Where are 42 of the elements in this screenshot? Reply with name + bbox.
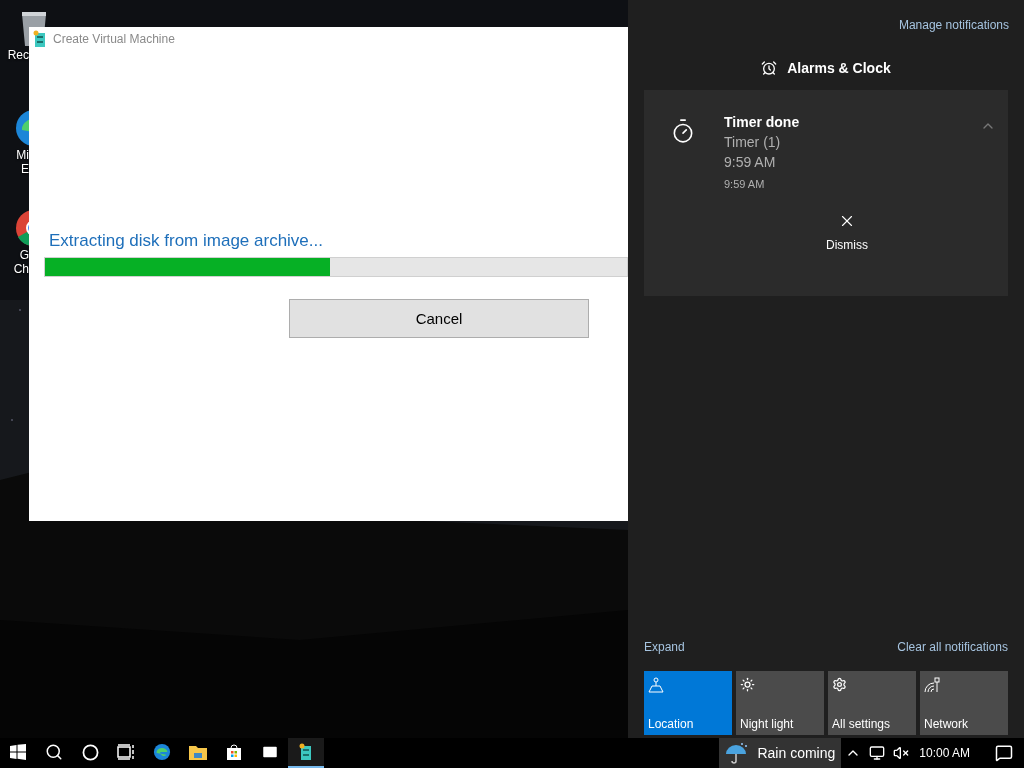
- desktop-icon-label: G: [19, 248, 29, 262]
- clock-text[interactable]: 10:00 AM: [919, 746, 970, 760]
- expand-link[interactable]: Expand: [644, 640, 685, 654]
- notification-text: 9:59 AM: [724, 153, 777, 172]
- monitor-icon: [869, 745, 886, 761]
- vm-app-icon: [33, 30, 47, 48]
- settings-icon: [832, 677, 847, 692]
- notification-time: 9:59 AM: [724, 178, 766, 190]
- cancel-button[interactable]: Cancel: [289, 299, 589, 338]
- status-text: Extracting disk from image archive...: [49, 231, 324, 251]
- task-view-icon: [117, 744, 135, 760]
- window-title: Create Virtual Machine: [53, 32, 175, 46]
- muted-speaker-icon: [893, 745, 910, 761]
- manage-notifications-link[interactable]: Manage notifications: [898, 18, 1009, 32]
- notification-icon: [995, 744, 1013, 762]
- edge-icon: [153, 743, 171, 761]
- notification-text: Timer (1): [724, 133, 782, 152]
- network-icon: [924, 677, 940, 693]
- desktop-icon-label: Mi: [16, 148, 29, 162]
- quick-action-tile[interactable]: Network: [920, 671, 1008, 735]
- umbrella-icon: [725, 742, 750, 764]
- vm-app-taskbar-button[interactable]: [288, 738, 324, 768]
- quick-action-tile[interactable]: Location: [644, 671, 732, 735]
- desktop-icon-label: E: [21, 162, 29, 176]
- clear-all-link[interactable]: Clear all notifications: [897, 640, 1008, 654]
- desktop-icon-label: Ch: [13, 262, 29, 276]
- windows-logo-icon: [10, 744, 26, 760]
- quick-action-tile[interactable]: Night light: [736, 671, 824, 735]
- weather-button[interactable]: Rain coming: [719, 738, 842, 768]
- desktop-icon-label: Rec: [7, 48, 29, 62]
- shopping-bag-icon: [226, 744, 242, 760]
- circle-icon: [81, 743, 99, 761]
- vm-app-icon: [299, 743, 313, 761]
- alarm-clock-icon: [761, 60, 778, 76]
- location-icon: [648, 677, 664, 693]
- sun-icon: [740, 677, 755, 692]
- search-icon: [45, 743, 63, 761]
- app-name: Alarms & Clock: [787, 60, 891, 76]
- dismiss-button[interactable]: Dismiss: [826, 208, 868, 256]
- folder-icon: [189, 744, 207, 760]
- notification-title: Timer done: [724, 113, 800, 132]
- quick-action-tile[interactable]: All settings: [828, 671, 916, 735]
